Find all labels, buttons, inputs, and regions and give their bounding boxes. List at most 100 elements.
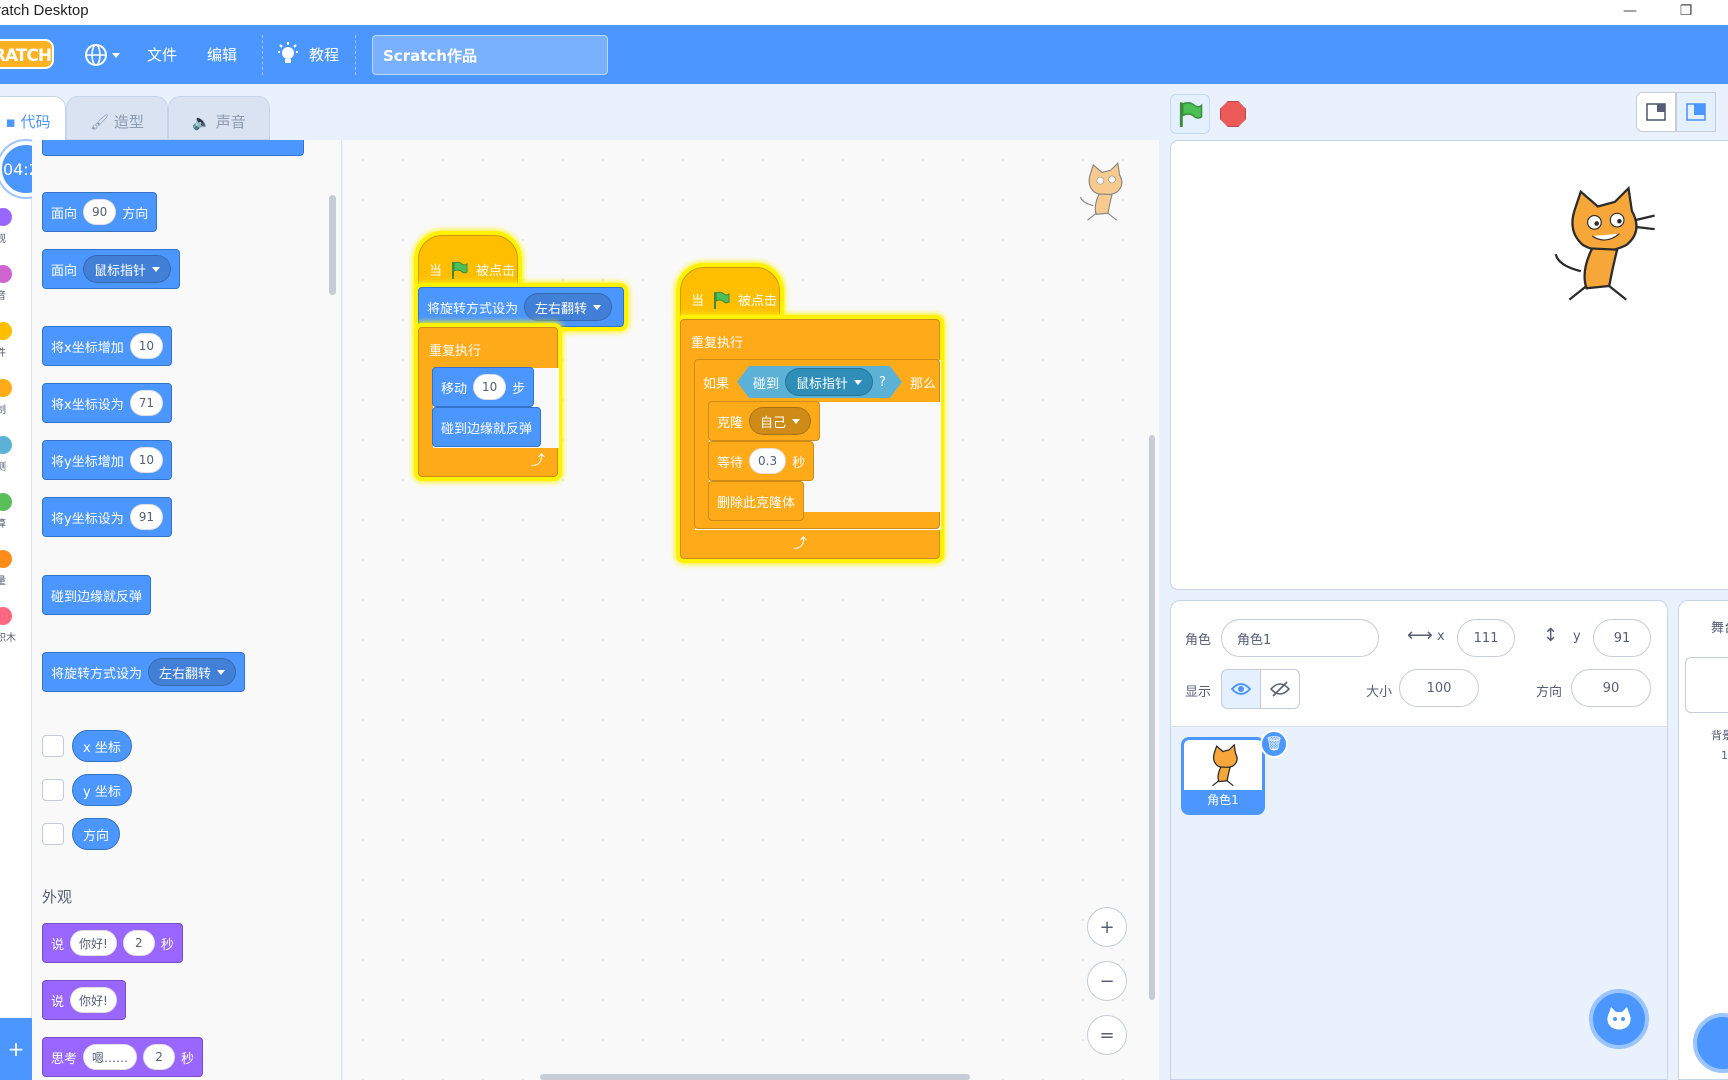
show-sprite-button[interactable]: [1221, 669, 1261, 709]
tab-code[interactable]: ▪ 代码: [0, 96, 66, 140]
category-label[interactable]: 积木: [0, 629, 16, 644]
script-block-clone[interactable]: 克隆 自己: [708, 401, 821, 441]
eye-icon: [1231, 683, 1251, 695]
green-flag-button[interactable]: [1170, 94, 1210, 134]
size-input[interactable]: 100: [1399, 669, 1479, 707]
palette-block-partial[interactable]: [42, 140, 304, 156]
stage-sprite[interactable]: [1546, 185, 1661, 315]
stop-button[interactable]: [1220, 101, 1246, 127]
tutorial-menu[interactable]: [276, 42, 300, 72]
size-label: 大小: [1366, 685, 1393, 700]
file-menu[interactable]: 文件: [147, 44, 177, 65]
category-dot[interactable]: [0, 208, 12, 226]
palette-block-say-for[interactable]: 说你好! 2 秒: [42, 923, 183, 963]
palette-block-set-x[interactable]: 将x坐标设为 71: [42, 383, 172, 423]
language-menu[interactable]: [84, 42, 124, 72]
category-dot[interactable]: [0, 265, 12, 283]
category-dot[interactable]: [0, 550, 12, 568]
category-label[interactable]: 测: [0, 458, 6, 473]
cat-sprite-icon: [1079, 161, 1123, 221]
x-input[interactable]: 111: [1457, 619, 1515, 657]
category-dot[interactable]: [0, 607, 12, 625]
checkbox-direction[interactable]: [42, 823, 64, 845]
palette-block-say[interactable]: 说你好!: [42, 980, 126, 1020]
tutorial-label[interactable]: 教程: [309, 44, 339, 65]
palette-block-rotation-style[interactable]: 将旋转方式设为 左右翻转: [42, 652, 246, 692]
palette-scrollbar[interactable]: [329, 195, 336, 295]
sprite-info-panel: 角色 角色1 ⟷ x 111 ↕ y 91 显示 大小 100 方向 90: [1170, 600, 1668, 730]
y-label: y: [1573, 629, 1581, 644]
sprite-name-input[interactable]: 角色1: [1221, 619, 1379, 657]
sensing-touching[interactable]: 碰到 鼠标指针?: [737, 366, 902, 398]
palette-block-change-y[interactable]: 将y坐标增加 10: [42, 440, 172, 480]
palette-block-point-towards[interactable]: 面向 鼠标指针: [42, 249, 181, 289]
add-backdrop-button[interactable]: [1693, 1013, 1728, 1073]
small-stage-icon: [1646, 103, 1666, 121]
add-sprite-button[interactable]: [1589, 989, 1649, 1049]
tab-costume[interactable]: 🖌 造型: [66, 96, 168, 140]
large-stage-icon: [1686, 103, 1706, 121]
zoom-out-button[interactable]: −: [1087, 961, 1127, 1001]
palette-block-set-y[interactable]: 将y坐标设为 91: [42, 497, 172, 537]
palette-block-change-x[interactable]: 将x坐标增加 10: [42, 326, 172, 366]
script-block-delete-clone[interactable]: 删除此克隆体: [708, 481, 805, 521]
tab-sound[interactable]: 🔈 声音: [168, 96, 270, 140]
menu-divider: [262, 35, 263, 75]
sprite-watermark: [1075, 161, 1135, 230]
category-label[interactable]: 量: [0, 572, 6, 587]
large-stage-button[interactable]: [1676, 92, 1716, 132]
tab-sound-label: 声音: [215, 113, 246, 131]
category-label[interactable]: 件: [0, 344, 6, 359]
minimize-button[interactable]: —: [1616, 0, 1644, 25]
reporter-direction[interactable]: 方向: [72, 818, 121, 850]
globe-icon: [85, 44, 120, 66]
category-dot[interactable]: [0, 379, 12, 397]
category-dot[interactable]: [0, 436, 12, 454]
scratch-logo[interactable]: RATCH: [0, 39, 54, 69]
hat-block[interactable]: 当 被点击: [418, 235, 518, 287]
speaker-icon: 🔈: [192, 113, 216, 131]
category-dot[interactable]: [0, 322, 12, 340]
zoom-reset-button[interactable]: =: [1087, 1015, 1127, 1055]
project-title-input[interactable]: Scratch作品: [372, 35, 608, 75]
script-area[interactable]: 当 被点击 将旋转方式设为 左右翻转 重复执行 ⤴ 移动 10 步 碰到边缘就反弹 当…: [343, 140, 1159, 1080]
extension-icon: +: [7, 1037, 25, 1061]
direction-input[interactable]: 90: [1571, 669, 1651, 707]
stage-target-panel[interactable]: 舞台 背景 1: [1678, 600, 1728, 1080]
y-input[interactable]: 91: [1593, 619, 1651, 657]
stage[interactable]: [1170, 140, 1728, 590]
edit-menu[interactable]: 编辑: [207, 44, 237, 65]
category-label[interactable]: 观: [0, 230, 6, 245]
category-label[interactable]: 音: [0, 287, 6, 302]
category-dot[interactable]: [0, 493, 12, 511]
reporter-y-position[interactable]: y 坐标: [72, 774, 132, 806]
hide-sprite-button[interactable]: [1260, 669, 1300, 709]
script-block-rotation-style[interactable]: 将旋转方式设为 左右翻转: [418, 287, 624, 327]
sprite-thumbnail[interactable]: 角色1 🗑: [1181, 730, 1288, 815]
script-block-move[interactable]: 移动 10 步: [432, 367, 535, 407]
palette-block-think-for[interactable]: 思考 嗯…… 2 秒: [42, 1037, 204, 1077]
category-label[interactable]: 算: [0, 515, 6, 530]
hat-block[interactable]: 当 被点击: [680, 267, 780, 319]
reporter-x-position[interactable]: x 坐标: [72, 730, 132, 762]
checkbox-y-position[interactable]: [42, 779, 64, 801]
palette-block-bounce[interactable]: 碰到边缘就反弹: [42, 575, 152, 615]
script-block-bounce[interactable]: 碰到边缘就反弹: [432, 407, 542, 447]
block-palette: 面向 90 方向 面向 鼠标指针 将x坐标增加 10 将x坐标设为 71 将y坐标增加 10…: [32, 140, 342, 1080]
zoom-in-button[interactable]: +: [1087, 907, 1127, 947]
sprite-thumb-name: 角色1: [1184, 790, 1262, 812]
category-label[interactable]: 制: [0, 401, 6, 416]
small-stage-button[interactable]: [1636, 92, 1676, 132]
script-hscrollbar[interactable]: [540, 1074, 970, 1080]
tab-costume-label: 造型: [113, 113, 144, 131]
delete-sprite-button[interactable]: 🗑: [1260, 730, 1288, 758]
restore-button[interactable]: ❐: [1672, 0, 1700, 25]
stage-thumbnail[interactable]: [1685, 657, 1728, 713]
script-block-wait[interactable]: 等待 0.3 秒: [708, 441, 815, 481]
add-extension-button[interactable]: +: [0, 1018, 32, 1080]
green-flag-icon: [714, 291, 730, 309]
checkbox-x-position[interactable]: [42, 735, 64, 757]
x-label: x: [1437, 629, 1445, 644]
script-vscrollbar[interactable]: [1149, 435, 1155, 1000]
palette-block-point-direction[interactable]: 面向 90 方向: [42, 192, 158, 232]
